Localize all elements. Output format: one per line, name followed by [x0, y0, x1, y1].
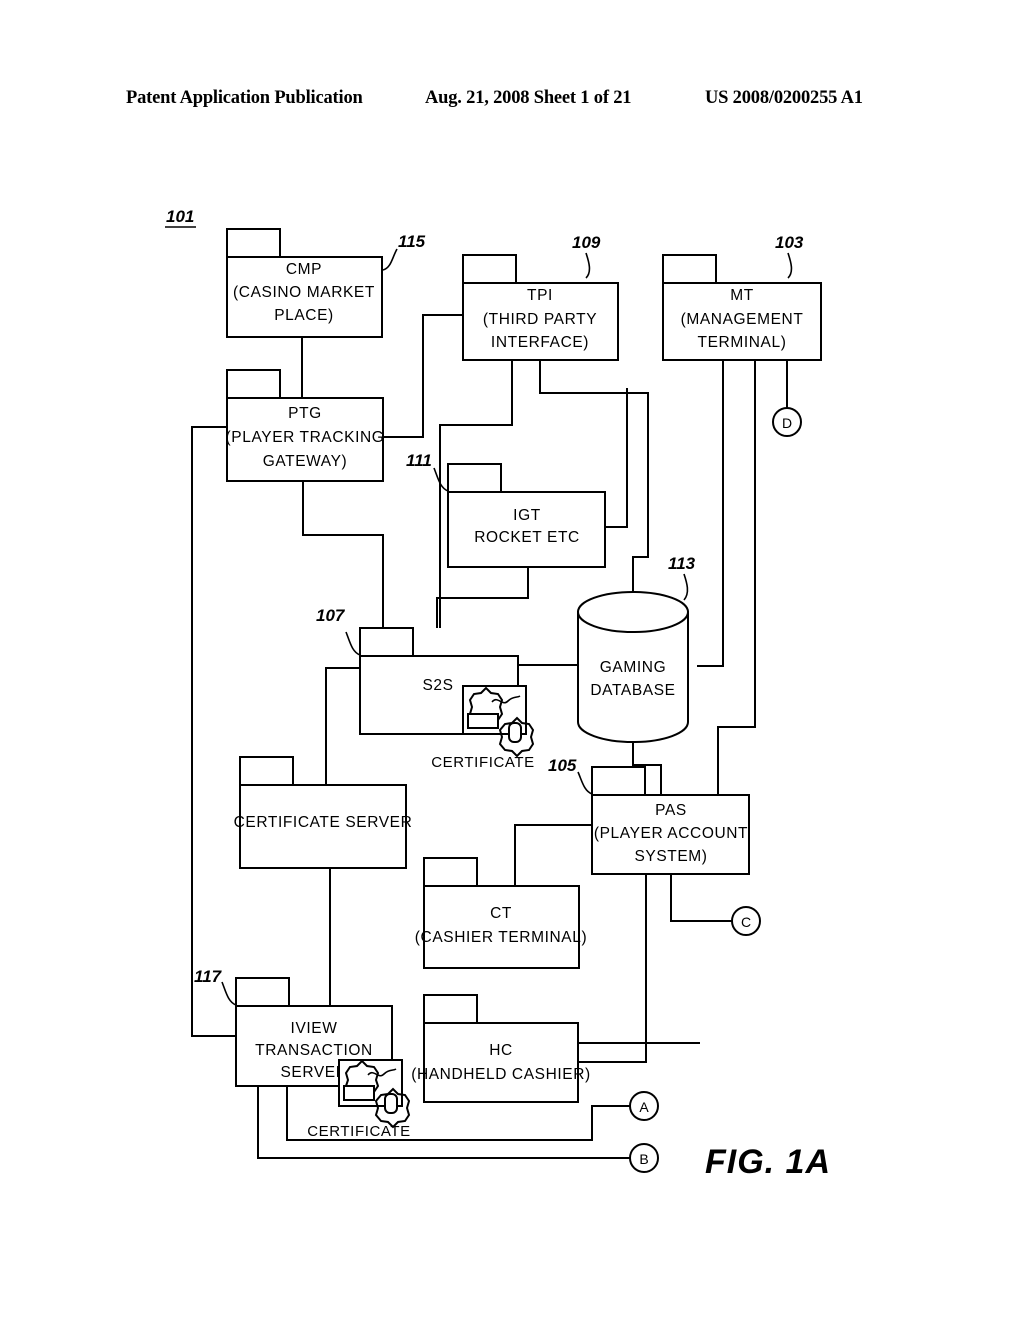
ref-117: 117	[194, 967, 223, 986]
node-mt-line-0: MT	[730, 287, 754, 304]
connector-c-label: C	[741, 914, 751, 930]
ref-101: 101	[166, 207, 194, 226]
offpage-connector-a[interactable]: A	[629, 1091, 659, 1121]
node-iview-line-1: TRANSACTION	[255, 1042, 373, 1059]
node-igt[interactable]: IGT ROCKET ETC 111	[406, 451, 606, 568]
node-ptg-line-2: GATEWAY)	[263, 453, 348, 470]
node-iview-transaction-server[interactable]: IVIEW TRANSACTION SERVER 117 CERTIFICATE	[194, 967, 411, 1140]
node-gaming-database[interactable]: GAMING DATABASE 113	[577, 554, 696, 743]
node-certserver-line-0: CERTIFICATE SERVER	[234, 814, 413, 831]
node-gamingdb-line-0: GAMING	[600, 659, 666, 676]
node-tpi-line-0: TPI	[527, 287, 553, 304]
node-mt-line-1: (MANAGEMENT	[681, 311, 804, 328]
node-ptg-line-0: PTG	[288, 405, 322, 422]
node-tpi-line-2: INTERFACE)	[491, 334, 589, 351]
iview-certificate-label: CERTIFICATE	[307, 1123, 411, 1140]
connector-a-label: A	[639, 1099, 649, 1115]
node-cmp-line-1: (CASINO MARKET	[233, 284, 375, 301]
ref-105: 105	[548, 756, 577, 775]
node-ct[interactable]: CT (CASHIER TERMINAL)	[415, 857, 587, 969]
node-s2s-line-0: S2S	[422, 677, 453, 694]
ref-107: 107	[316, 606, 346, 625]
node-pas-line-2: SYSTEM)	[634, 848, 707, 865]
node-ct-line-0: CT	[490, 905, 512, 922]
ref-111: 111	[406, 451, 432, 470]
node-cmp-line-2: PLACE)	[274, 307, 334, 324]
node-igt-line-1: ROCKET ETC	[474, 529, 580, 546]
node-hc-line-1: (HANDHELD CASHIER)	[411, 1066, 591, 1083]
node-iview-line-2: SERVER	[280, 1064, 347, 1081]
node-gamingdb-line-1: DATABASE	[590, 682, 675, 699]
node-cmp-line-0: CMP	[286, 261, 322, 278]
connector-b-label: B	[639, 1151, 648, 1167]
ref-103: 103	[775, 233, 804, 252]
ref-113: 113	[668, 554, 696, 573]
certificate-icon	[462, 685, 535, 758]
node-ptg[interactable]: PTG (PLAYER TRACKING GATEWAY)	[226, 369, 385, 482]
offpage-connector-c[interactable]: C	[731, 906, 761, 936]
node-s2s[interactable]: S2S 107 CERTIFICATE	[316, 606, 535, 771]
node-pas-line-1: (PLAYER ACCOUNT	[594, 825, 748, 842]
node-iview-line-0: IVIEW	[291, 1020, 338, 1037]
node-igt-line-0: IGT	[513, 507, 541, 524]
node-hc[interactable]: HC (HANDHELD CASHIER)	[411, 994, 591, 1103]
connector-d-label: D	[782, 415, 792, 431]
node-ct-line-1: (CASHIER TERMINAL)	[415, 929, 587, 946]
ref-109: 109	[572, 233, 601, 252]
node-ptg-line-1: (PLAYER TRACKING	[226, 429, 385, 446]
node-tpi[interactable]: TPI (THIRD PARTY INTERFACE) 109	[462, 233, 619, 361]
node-certificate-server[interactable]: CERTIFICATE SERVER	[234, 756, 413, 869]
node-tpi-line-1: (THIRD PARTY	[483, 311, 597, 328]
diagram-reference-101: 101	[165, 207, 196, 228]
node-mt[interactable]: MT (MANAGEMENT TERMINAL) 103	[662, 233, 822, 361]
patent-figure-page: Patent Application Publication Aug. 21, …	[0, 0, 1024, 1320]
certificate-icon	[338, 1059, 411, 1129]
node-cmp[interactable]: CMP (CASINO MARKET PLACE) 115	[226, 228, 426, 338]
node-hc-line-0: HC	[489, 1042, 513, 1059]
node-pas-line-0: PAS	[655, 802, 687, 819]
node-mt-line-2: TERMINAL)	[698, 334, 787, 351]
s2s-certificate-label: CERTIFICATE	[431, 754, 535, 771]
figure-1a-diagram: CMP (CASINO MARKET PLACE) 115 TPI (THIRD…	[165, 207, 831, 1181]
ref-115: 115	[398, 232, 426, 251]
offpage-connector-d[interactable]: D	[772, 407, 802, 437]
offpage-connector-b[interactable]: B	[629, 1143, 659, 1173]
figure-label: FIG. 1A	[705, 1143, 831, 1181]
